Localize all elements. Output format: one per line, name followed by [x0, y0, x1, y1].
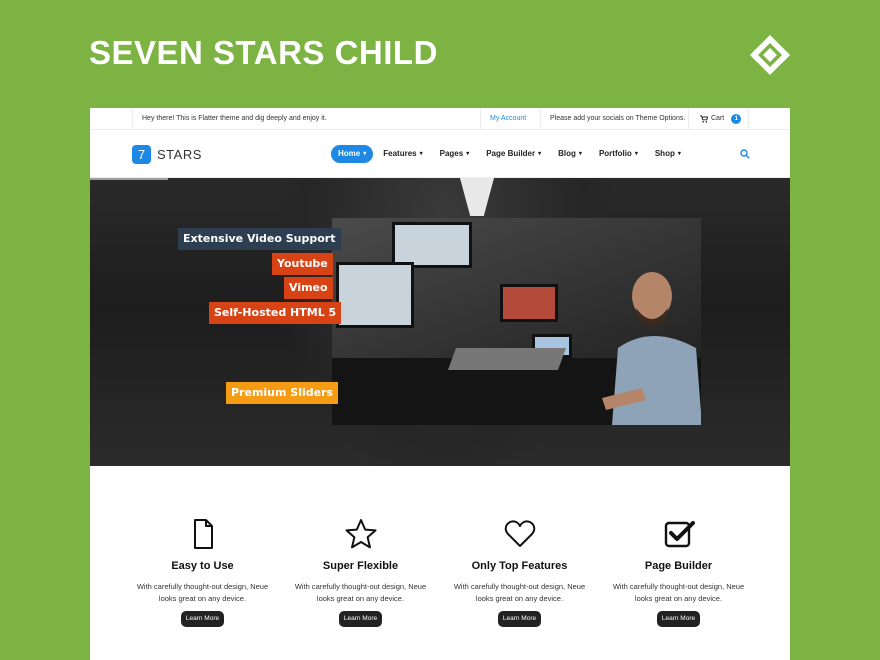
feature-description: With carefully thought-out design, Neue …	[136, 582, 269, 603]
hero-tag-extensive-video-support: Extensive Video Support	[178, 228, 341, 250]
menu-item-home[interactable]: Home ▾	[331, 145, 374, 163]
feature-card: Super Flexible With carefully thought-ou…	[281, 518, 440, 627]
site-logo-mark[interactable]: 7	[132, 145, 151, 164]
chevron-down-icon: ▾	[363, 151, 367, 157]
studio-monitor-image	[336, 262, 414, 328]
menu-item-portfolio[interactable]: Portfolio ▾	[592, 145, 645, 163]
learn-more-button[interactable]: Learn More	[180, 611, 225, 627]
learn-more-button[interactable]: Learn More	[497, 611, 542, 627]
main-navbar: 7 STARS Home ▾ Features ▾ Pages ▾ Page Buil…	[90, 130, 790, 178]
mixing-console-image	[447, 348, 567, 370]
feature-description: With carefully thought-out design, Neue …	[294, 582, 427, 603]
menu-item-label: Shop	[654, 149, 675, 158]
diamond-logo-icon	[750, 35, 790, 75]
learn-more-button[interactable]: Learn More	[656, 611, 701, 627]
main-menu: Home ▾ Features ▾ Pages ▾ Page Builder ▾ Blo…	[331, 145, 691, 163]
menu-item-shop[interactable]: Shop ▾	[648, 145, 688, 163]
studio-monitor-image	[500, 284, 558, 322]
hero-tag-self-hosted-html5: Self-Hosted HTML 5	[209, 302, 342, 324]
top-bar: Hey there! This is Flatter theme and dig…	[90, 108, 790, 130]
site-logo-text[interactable]: STARS	[157, 147, 202, 162]
hero-tag-youtube: Youtube	[272, 253, 333, 275]
banner-title: SEVEN STARS CHILD	[89, 34, 438, 71]
menu-item-label: Page Builder	[486, 149, 536, 158]
cart-link[interactable]: Cart 1	[700, 108, 742, 130]
learn-more-button[interactable]: Learn More	[338, 611, 383, 627]
feature-title: Only Top Features	[471, 560, 568, 572]
divider	[480, 108, 481, 130]
star-icon	[345, 519, 376, 549]
hero-tag-vimeo: Vimeo	[284, 277, 333, 299]
website-preview: Hey there! This is Flatter theme and dig…	[90, 108, 790, 660]
menu-item-page-builder[interactable]: Page Builder ▾	[479, 145, 548, 163]
cart-icon	[700, 115, 708, 123]
my-account-link[interactable]: My Account	[490, 108, 526, 130]
heart-icon	[504, 520, 535, 547]
divider	[132, 108, 133, 130]
feature-card: Easy to Use With carefully thought-out d…	[123, 518, 282, 627]
menu-item-label: Pages	[439, 149, 464, 158]
document-icon	[193, 519, 213, 549]
divider	[688, 108, 689, 130]
chevron-down-icon: ▾	[419, 151, 423, 157]
chevron-down-icon: ▾	[538, 151, 542, 157]
menu-item-label: Home	[338, 149, 361, 158]
welcome-text: Hey there! This is Flatter theme and dig…	[142, 115, 327, 122]
chevron-down-icon: ▾	[634, 151, 638, 157]
feature-card: Only Top Features With carefully thought…	[440, 518, 599, 627]
chevron-down-icon: ▾	[677, 151, 681, 157]
feature-title: Page Builder	[644, 560, 713, 572]
menu-item-features[interactable]: Features ▾	[376, 145, 429, 163]
studio-engineer-image	[602, 272, 701, 425]
features-section: Easy to Use With carefully thought-out d…	[90, 466, 790, 660]
menu-item-pages[interactable]: Pages ▾	[433, 145, 477, 163]
divider	[540, 108, 541, 130]
chevron-down-icon: ▾	[466, 151, 470, 157]
menu-item-label: Features	[383, 149, 417, 158]
feature-title: Super Flexible	[322, 560, 399, 572]
video-studio-image	[332, 218, 701, 425]
search-icon[interactable]	[740, 149, 750, 159]
feature-card: Page Builder With carefully thought-out …	[599, 518, 758, 627]
feature-description: With carefully thought-out design, Neue …	[612, 582, 745, 603]
socials-notice: Please add your socials on Theme Options…	[550, 115, 686, 122]
cart-label: Cart	[711, 115, 725, 122]
divider	[748, 108, 749, 130]
chevron-down-icon: ▾	[578, 151, 582, 157]
menu-item-blog[interactable]: Blog ▾	[551, 145, 589, 163]
feature-description: With carefully thought-out design, Neue …	[453, 582, 586, 603]
menu-item-label: Portfolio	[598, 149, 632, 158]
hero-tag-premium-sliders: Premium Sliders	[226, 382, 339, 404]
menu-item-label: Blog	[558, 149, 576, 158]
feature-title: Easy to Use	[171, 560, 234, 572]
hero-slider[interactable]: Extensive Video Support Youtube Vimeo Se…	[90, 178, 790, 466]
checkbox-icon	[664, 521, 695, 548]
slider-progress-bar	[90, 178, 168, 180]
cart-count-badge: 1	[731, 114, 742, 124]
